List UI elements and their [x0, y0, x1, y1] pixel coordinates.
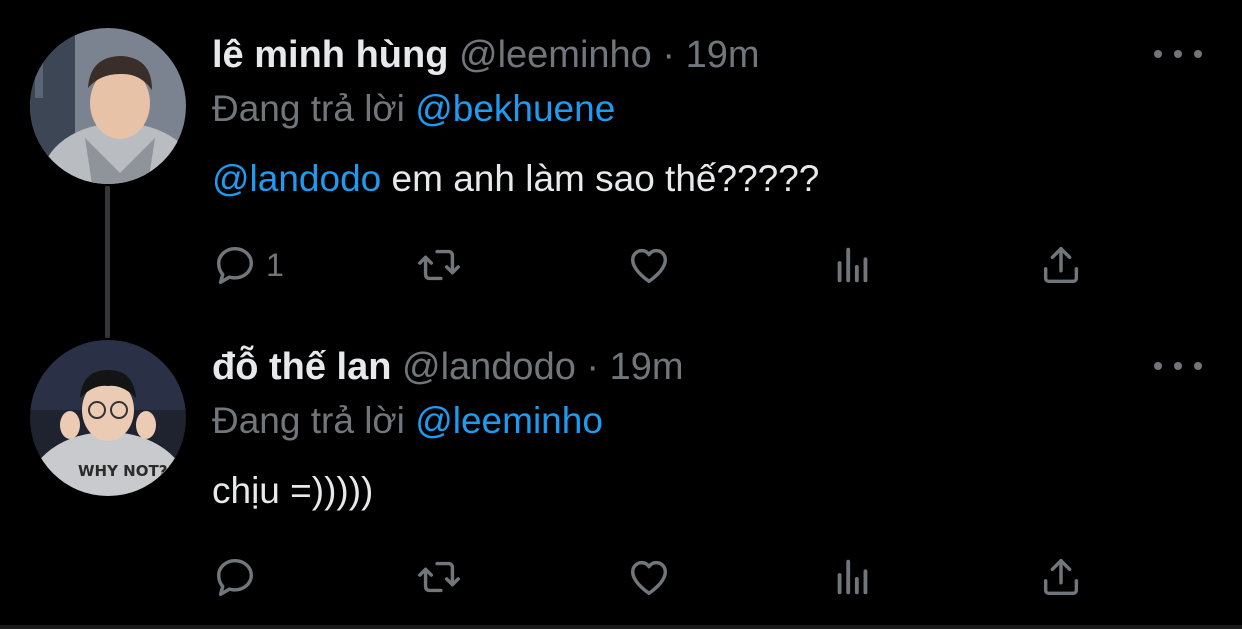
tweet-text: chịu =)))))	[212, 468, 373, 514]
separator: ·	[662, 34, 676, 76]
divider	[0, 625, 1242, 629]
reply-icon	[216, 246, 254, 284]
views-button[interactable]	[830, 240, 876, 290]
retweet-button[interactable]	[416, 240, 462, 290]
views-button[interactable]	[830, 552, 876, 602]
reply-count: 1	[266, 246, 284, 283]
avatar-photo	[30, 28, 186, 184]
display-name[interactable]: đỗ thế lan	[212, 346, 391, 388]
tweet-header: lê minh hùng @leeminho · 19m	[212, 32, 760, 78]
timestamp[interactable]: 19m	[610, 346, 684, 388]
reply-button[interactable]	[212, 552, 266, 602]
svg-text:WHY NOT?!: WHY NOT?!	[78, 462, 174, 480]
retweet-button[interactable]	[416, 552, 462, 602]
retweet-icon	[418, 249, 460, 281]
more-icon[interactable]	[1154, 352, 1202, 380]
share-icon	[1043, 558, 1079, 596]
tweet-body: em anh làm sao thế?????	[381, 158, 820, 199]
replying-to: Đang trả lời @leeminho	[212, 398, 603, 444]
user-handle[interactable]: @landodo	[402, 346, 576, 388]
like-icon	[630, 248, 668, 284]
action-bar: 1	[212, 240, 1112, 290]
like-button[interactable]	[626, 240, 672, 290]
reply-to-link[interactable]: @bekhuene	[415, 88, 615, 129]
separator: ·	[586, 346, 600, 388]
more-icon[interactable]	[1154, 40, 1202, 68]
like-button[interactable]	[626, 552, 672, 602]
reply-icon	[216, 558, 254, 596]
share-icon	[1043, 246, 1079, 284]
timestamp[interactable]: 19m	[686, 34, 760, 76]
user-handle[interactable]: @leeminho	[459, 34, 652, 76]
tweet[interactable]: WHY NOT?! đỗ thế lan @landodo · 19m Đang…	[0, 312, 1242, 629]
action-bar	[212, 552, 1112, 602]
tweet-header: đỗ thế lan @landodo · 19m	[212, 344, 684, 390]
reply-button[interactable]: 1	[212, 240, 284, 290]
retweet-icon	[418, 561, 460, 593]
reply-to-link[interactable]: @leeminho	[415, 400, 603, 441]
display-name[interactable]: lê minh hùng	[212, 34, 448, 76]
replying-to: Đang trả lời @bekhuene	[212, 86, 615, 132]
like-icon	[630, 560, 668, 596]
tweet-text: @landodo em anh làm sao thế?????	[212, 156, 819, 202]
mention-link[interactable]: @landodo	[212, 158, 381, 199]
avatar-photo: WHY NOT?!	[30, 340, 186, 496]
reply-prefix: Đang trả lời	[212, 88, 405, 129]
tweet-body: chịu =)))))	[212, 470, 374, 511]
avatar[interactable]	[30, 28, 186, 184]
avatar[interactable]: WHY NOT?!	[30, 340, 186, 496]
tweet[interactable]: lê minh hùng @leeminho · 19m Đang trả lờ…	[0, 0, 1242, 338]
views-icon	[837, 559, 868, 595]
share-button[interactable]	[1038, 552, 1084, 602]
share-button[interactable]	[1038, 240, 1084, 290]
views-icon	[837, 247, 868, 283]
reply-prefix: Đang trả lời	[212, 400, 405, 441]
